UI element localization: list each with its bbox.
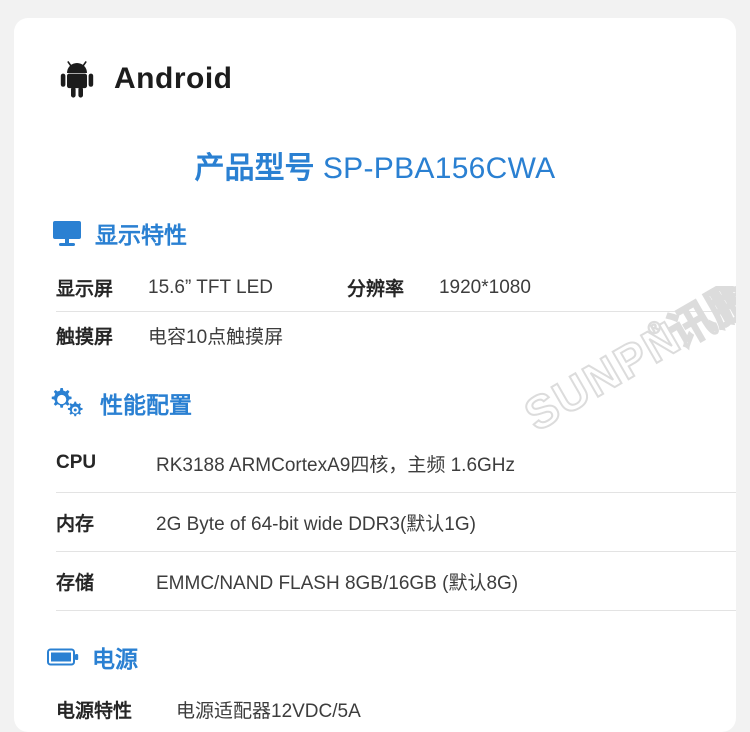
spec-label-resolution: 分辨率 xyxy=(346,279,404,300)
performance-spec-table: CPU RK3188 ARMCortexA9四核，主频 1.6GHz 内存 2G… xyxy=(56,434,736,611)
spec-value-memory: 2G Byte of 64-bit wide DDR3(默认1G) xyxy=(156,513,476,535)
spec-label-screen: 显示屏 xyxy=(56,279,114,300)
brand-header: Android xyxy=(60,60,232,98)
table-row: 存储 EMMC/NAND FLASH 8GB/16GB (默认8G) xyxy=(56,552,736,610)
section-title-power: 电源 xyxy=(92,646,138,672)
table-row: 触摸屏 电容10点触摸屏 xyxy=(56,312,716,359)
table-row: CPU RK3188 ARMCortexA9四核，主频 1.6GHz xyxy=(56,434,736,492)
spec-label-cpu: CPU xyxy=(56,452,97,473)
spec-sheet-card: SUNPN ® 讯鹏 Android 产品型号 SP-PBA156CWA 显示特… xyxy=(14,18,736,732)
spec-pair-resolution: 分辨率 1920*1080 xyxy=(347,274,531,301)
spec-label-touchscreen: 触摸屏 xyxy=(56,327,114,348)
product-model: SP-PBA156CWA xyxy=(322,152,556,185)
spec-value-storage: EMMC/NAND FLASH 8GB/16GB (默认8G) xyxy=(156,572,519,594)
section-header-power: 电源 xyxy=(47,640,138,674)
spec-label-storage: 存储 xyxy=(56,572,95,594)
spec-label-memory: 内存 xyxy=(56,513,95,535)
table-row: 显示屏 15.6” TFT LED 分辨率 1920*1080 xyxy=(56,264,716,311)
section-header-performance: 性能配置 xyxy=(47,386,192,420)
power-spec-table: 电源特性 电源适配器12VDC/5A xyxy=(56,686,716,732)
product-title-label: 产品型号 xyxy=(194,152,315,185)
spec-label-power-feature: 电源特性 xyxy=(56,701,133,722)
section-header-display: 显示特性 xyxy=(52,216,187,250)
monitor-icon xyxy=(53,220,81,246)
android-robot-icon xyxy=(60,61,94,98)
section-title-display: 显示特性 xyxy=(95,222,187,248)
section-title-performance: 性能配置 xyxy=(100,392,192,418)
spec-value-touchscreen: 电容10点触摸屏 xyxy=(148,327,284,348)
display-spec-table: 显示屏 15.6” TFT LED 分辨率 1920*1080 触摸屏 电容10… xyxy=(56,264,716,359)
spec-value-cpu: RK3188 ARMCortexA9四核，主频 1.6GHz xyxy=(156,454,516,476)
spec-value-screen: 15.6” TFT LED xyxy=(148,276,273,298)
spec-value-resolution: 1920*1080 xyxy=(438,276,531,298)
battery-icon xyxy=(47,648,79,666)
product-title: 产品型号 SP-PBA156CWA xyxy=(14,143,736,187)
table-row: 内存 2G Byte of 64-bit wide DDR3(默认1G) xyxy=(56,493,736,551)
spec-value-power-feature: 电源适配器12VDC/5A xyxy=(176,701,361,722)
row-divider xyxy=(56,610,736,611)
table-row: 电源特性 电源适配器12VDC/5A xyxy=(56,686,716,732)
gears-icon xyxy=(51,388,83,417)
brand-name: Android xyxy=(114,62,233,95)
